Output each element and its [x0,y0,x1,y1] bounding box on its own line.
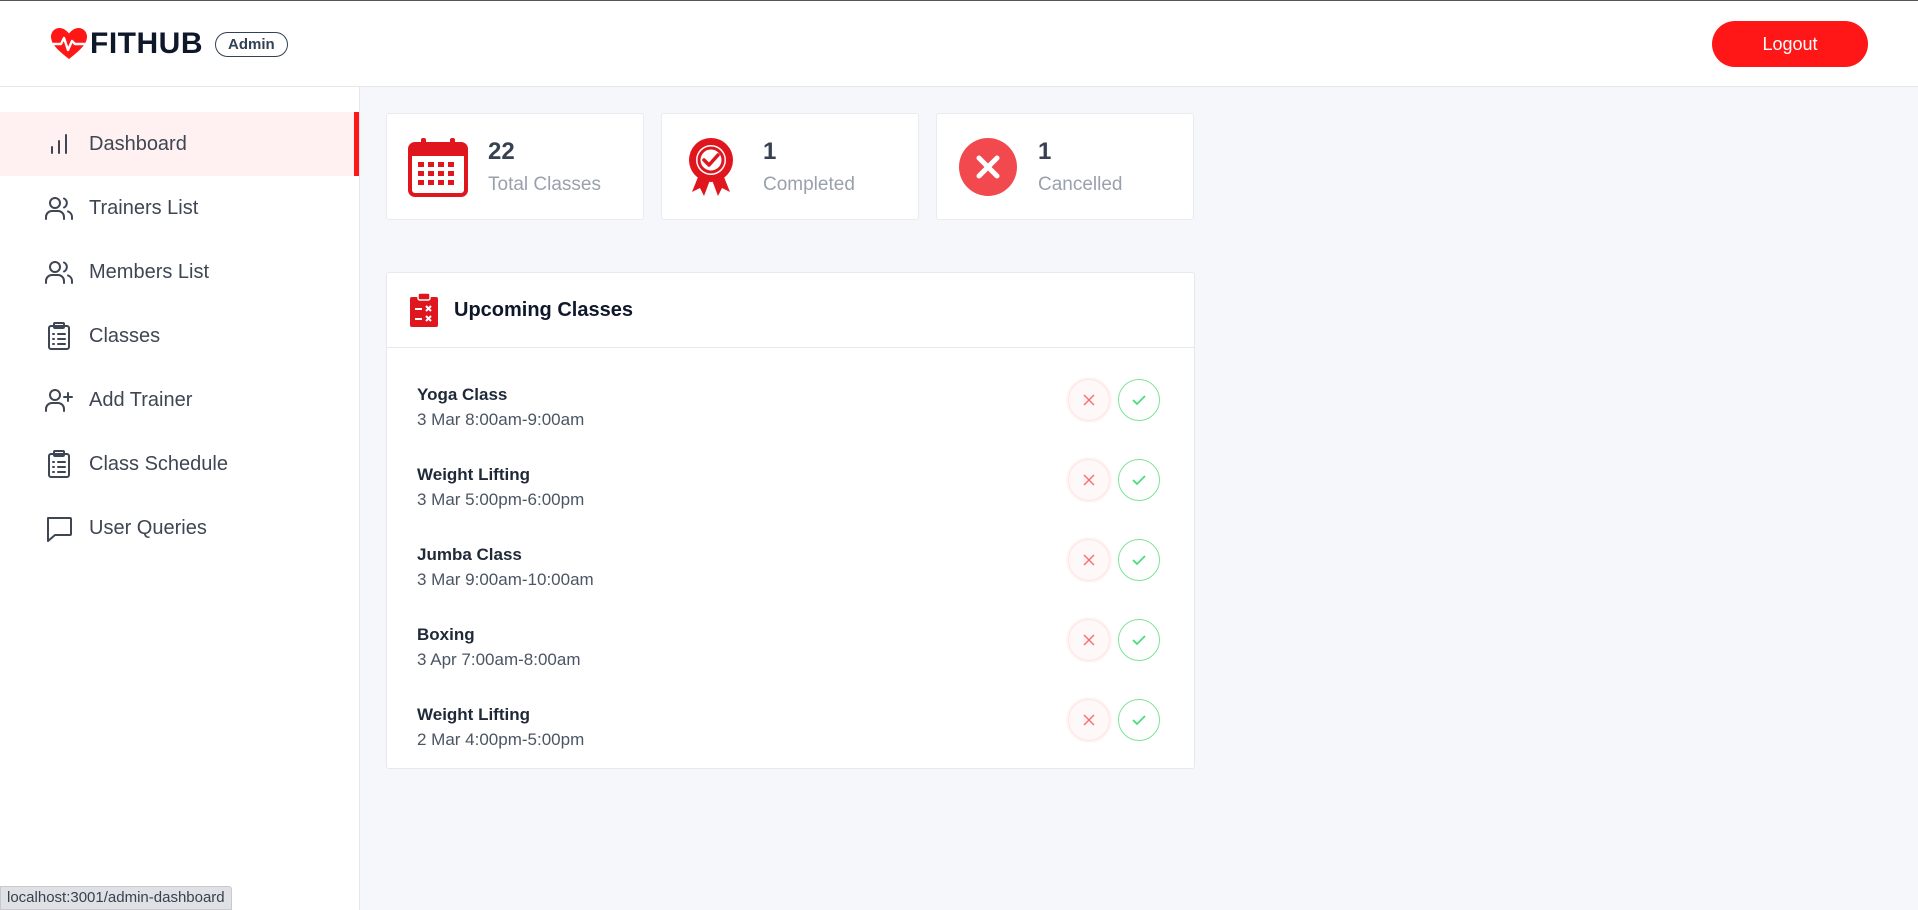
panel-header: Upcoming Classes [387,273,1194,348]
list-item: Jumba Class 3 Mar 9:00am-10:00am [387,539,1194,615]
class-time: 3 Mar 8:00am-9:00am [417,410,585,429]
complete-class-button[interactable] [1118,379,1160,421]
cancel-class-button[interactable] [1068,379,1110,421]
class-time: 3 Mar 9:00am-10:00am [417,570,594,589]
complete-class-button[interactable] [1118,619,1160,661]
x-circle-icon [959,138,1017,196]
heart-pulse-icon [51,28,87,59]
stat-value: 1 [1038,138,1052,165]
close-icon [1083,474,1095,486]
upcoming-classes-panel: Upcoming Classes Yoga Class 3 Mar 8:00am… [386,272,1195,769]
sidebar-item-label: Members List [89,260,210,283]
check-icon [1132,475,1146,486]
users-icon [44,257,74,287]
message-square-icon [44,513,74,543]
list-item: Weight Lifting 2 Mar 4:00pm-5:00pm [387,699,1194,775]
award-badge-icon [689,138,733,196]
user-plus-icon [44,385,74,415]
close-icon [1083,394,1095,406]
sidebar-item-members-list[interactable]: Members List [0,240,359,304]
list-item: Weight Lifting 3 Mar 5:00pm-6:00pm [387,459,1194,535]
sidebar-item-label: Class Schedule [89,452,228,475]
stat-value: 1 [763,138,777,165]
class-time: 3 Mar 5:00pm-6:00pm [417,490,585,509]
stat-card-completed: 1 Completed [661,113,919,220]
brand-logo[interactable]: FITHUB Admin [50,27,288,61]
complete-class-button[interactable] [1118,539,1160,581]
close-icon [1083,714,1095,726]
sidebar-item-class-schedule[interactable]: Class Schedule [0,432,359,496]
list-item: Yoga Class 3 Mar 8:00am-9:00am [387,379,1194,455]
clipboard-schedule-icon [410,293,438,327]
stat-card-total-classes: 22 Total Classes [386,113,644,220]
complete-class-button[interactable] [1118,459,1160,501]
close-icon [1083,554,1095,566]
cancel-class-button[interactable] [1068,459,1110,501]
cancel-class-button[interactable] [1068,539,1110,581]
bar-chart-icon [44,129,74,159]
class-name: Weight Lifting [417,705,530,724]
sidebar-item-label: Classes [89,324,161,347]
class-name: Boxing [417,625,475,644]
stat-label: Cancelled [1038,174,1123,195]
sidebar-item-label: User Queries [89,516,207,539]
sidebar-item-classes[interactable]: Classes [0,304,359,368]
check-icon [1132,715,1146,726]
sidebar-item-user-queries[interactable]: User Queries [0,496,359,560]
stat-card-cancelled: 1 Cancelled [936,113,1194,220]
sidebar: Dashboard Trainers List Members List Cla… [0,87,360,910]
panel-title: Upcoming Classes [454,298,633,321]
class-name: Weight Lifting [417,465,530,484]
status-bar-url: localhost:3001/admin-dashboard [0,886,232,910]
class-time: 3 Apr 7:00am-8:00am [417,650,581,669]
sidebar-item-label: Add Trainer [89,388,193,411]
check-icon [1132,635,1146,646]
role-badge: Admin [214,31,288,57]
brand-name: FITHUB [90,27,203,60]
clipboard-list-icon [44,449,74,479]
sidebar-item-label: Dashboard [89,132,187,155]
check-icon [1132,555,1146,566]
complete-class-button[interactable] [1118,699,1160,741]
close-icon [1083,634,1095,646]
sidebar-item-label: Trainers List [89,196,199,219]
calendar-icon [408,138,468,197]
class-time: 2 Mar 4:00pm-5:00pm [417,730,585,749]
sidebar-item-trainers-list[interactable]: Trainers List [0,176,359,240]
users-icon [44,193,74,223]
stat-value: 22 [488,138,515,165]
check-icon [1132,395,1146,406]
top-header: FITHUB Admin Logout [0,0,1918,87]
list-item: Boxing 3 Apr 7:00am-8:00am [387,619,1194,695]
cancel-class-button[interactable] [1068,619,1110,661]
sidebar-item-add-trainer[interactable]: Add Trainer [0,368,359,432]
class-name: Jumba Class [417,545,522,564]
clipboard-list-icon [44,321,74,351]
stat-label: Completed [763,174,855,195]
stat-label: Total Classes [488,174,601,195]
cancel-class-button[interactable] [1068,699,1110,741]
class-name: Yoga Class [417,385,508,404]
logout-button[interactable]: Logout [1712,21,1868,67]
sidebar-item-dashboard[interactable]: Dashboard [0,112,359,176]
